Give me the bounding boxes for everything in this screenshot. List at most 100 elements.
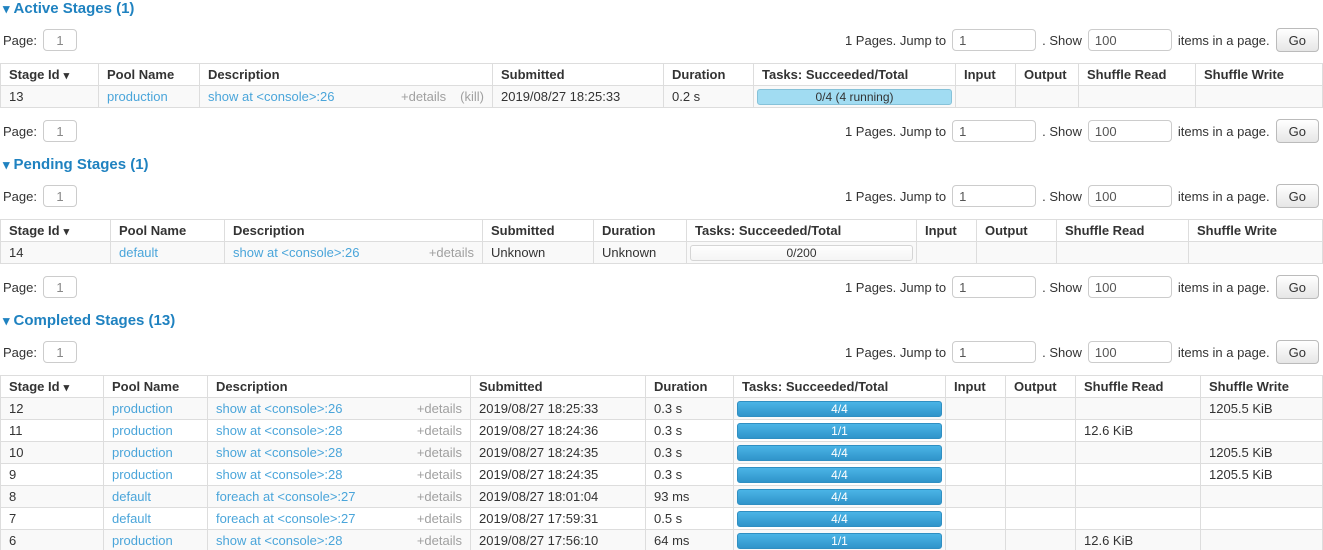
show-count-input[interactable] xyxy=(1088,185,1172,207)
column-header-duration[interactable]: Duration xyxy=(664,64,754,86)
column-header-pool-name[interactable]: Pool Name xyxy=(111,220,225,242)
section-title-text: Completed Stages (13) xyxy=(14,312,176,329)
description-link[interactable]: show at <console>:28 xyxy=(216,467,342,482)
jump-to-input[interactable] xyxy=(952,276,1036,298)
column-header-output[interactable]: Output xyxy=(977,220,1057,242)
column-header-submitted[interactable]: Submitted xyxy=(471,376,646,398)
section-title-pending-stages[interactable]: ▾Pending Stages (1) xyxy=(3,157,1323,173)
column-header-duration[interactable]: Duration xyxy=(594,220,687,242)
go-button[interactable]: Go xyxy=(1276,275,1319,299)
kill-link[interactable]: (kill) xyxy=(460,89,484,104)
show-count-input[interactable] xyxy=(1088,120,1172,142)
column-header-output[interactable]: Output xyxy=(1006,376,1076,398)
stage-id-cell: 10 xyxy=(1,442,104,464)
column-header-stage-id[interactable]: Stage Id▾ xyxy=(1,220,111,242)
details-toggle[interactable]: +details xyxy=(401,89,446,104)
pool-name-cell: default xyxy=(104,508,208,530)
column-header-input[interactable]: Input xyxy=(946,376,1006,398)
stage-id-cell: 9 xyxy=(1,464,104,486)
column-header-input[interactable]: Input xyxy=(917,220,977,242)
details-toggle[interactable]: +details xyxy=(417,423,462,438)
column-header-stage-id[interactable]: Stage Id▾ xyxy=(1,64,99,86)
pool-name-link[interactable]: production xyxy=(112,533,173,548)
items-per-page-label: items in a page. xyxy=(1178,124,1270,139)
shuffle-read-cell xyxy=(1076,442,1201,464)
column-header-description[interactable]: Description xyxy=(225,220,483,242)
show-count-input[interactable] xyxy=(1088,341,1172,363)
page-number-input[interactable] xyxy=(43,341,77,363)
pages-count-label: 1 Pages. Jump to xyxy=(845,189,946,204)
go-button[interactable]: Go xyxy=(1276,28,1319,52)
column-header-tasks[interactable]: Tasks: Succeeded/Total xyxy=(687,220,917,242)
pool-name-link[interactable]: default xyxy=(119,245,158,260)
description-link[interactable]: show at <console>:28 xyxy=(216,445,342,460)
column-header-tasks[interactable]: Tasks: Succeeded/Total xyxy=(734,376,946,398)
pool-name-link[interactable]: production xyxy=(112,401,173,416)
jump-to-input[interactable] xyxy=(952,120,1036,142)
pages-count-label: 1 Pages. Jump to xyxy=(845,345,946,360)
column-header-submitted[interactable]: Submitted xyxy=(493,64,664,86)
duration-cell: 0.2 s xyxy=(664,86,754,108)
page-number-input[interactable] xyxy=(43,120,77,142)
shuffle-read-cell xyxy=(1076,464,1201,486)
page-number-input[interactable] xyxy=(43,276,77,298)
pagination-bar: Page: 1 Pages. Jump to . Show items in a… xyxy=(0,340,1323,364)
column-header-stage-id[interactable]: Stage Id▾ xyxy=(1,376,104,398)
progress-label: 0/200 xyxy=(786,246,816,260)
description-link[interactable]: foreach at <console>:27 xyxy=(216,511,356,526)
column-header-shuffle-read[interactable]: Shuffle Read xyxy=(1076,376,1201,398)
column-header-description[interactable]: Description xyxy=(208,376,471,398)
go-button[interactable]: Go xyxy=(1276,184,1319,208)
details-toggle[interactable]: +details xyxy=(417,489,462,504)
completed-pagination-top: Page: 1 Pages. Jump to . Show items in a… xyxy=(0,340,1323,364)
column-header-shuffle-write[interactable]: Shuffle Write xyxy=(1196,64,1323,86)
jump-to-input[interactable] xyxy=(952,29,1036,51)
column-header-shuffle-read[interactable]: Shuffle Read xyxy=(1057,220,1189,242)
pool-name-link[interactable]: production xyxy=(112,445,173,460)
details-toggle[interactable]: +details xyxy=(417,467,462,482)
section-title-completed-stages[interactable]: ▾Completed Stages (13) xyxy=(3,313,1323,329)
pool-name-link[interactable]: production xyxy=(107,89,168,104)
column-header-input[interactable]: Input xyxy=(956,64,1016,86)
column-header-tasks[interactable]: Tasks: Succeeded/Total xyxy=(754,64,956,86)
pool-name-link[interactable]: default xyxy=(112,489,151,504)
details-toggle[interactable]: +details xyxy=(417,445,462,460)
column-header-pool-name[interactable]: Pool Name xyxy=(99,64,200,86)
description-link[interactable]: show at <console>:26 xyxy=(216,401,342,416)
column-header-description[interactable]: Description xyxy=(200,64,493,86)
section-title-active-stages[interactable]: ▾Active Stages (1) xyxy=(3,1,1323,17)
go-button[interactable]: Go xyxy=(1276,119,1319,143)
column-header-shuffle-read[interactable]: Shuffle Read xyxy=(1079,64,1196,86)
column-header-output[interactable]: Output xyxy=(1016,64,1079,86)
details-toggle[interactable]: +details xyxy=(417,533,462,548)
show-count-input[interactable] xyxy=(1088,29,1172,51)
pagination-left: Page: xyxy=(3,185,77,207)
page-number-input[interactable] xyxy=(43,185,77,207)
duration-cell: 0.3 s xyxy=(646,442,734,464)
go-button[interactable]: Go xyxy=(1276,340,1319,364)
details-toggle[interactable]: +details xyxy=(417,401,462,416)
details-toggle[interactable]: +details xyxy=(417,511,462,526)
progress-label: 1/1 xyxy=(831,534,848,548)
section-title-text: Active Stages (1) xyxy=(14,0,135,17)
jump-to-input[interactable] xyxy=(952,185,1036,207)
details-toggle[interactable]: +details xyxy=(429,245,474,260)
pool-name-link[interactable]: production xyxy=(112,423,173,438)
column-header-pool-name[interactable]: Pool Name xyxy=(104,376,208,398)
description-link[interactable]: show at <console>:26 xyxy=(208,89,334,104)
column-header-duration[interactable]: Duration xyxy=(646,376,734,398)
column-header-shuffle-write[interactable]: Shuffle Write xyxy=(1201,376,1323,398)
pool-name-link[interactable]: default xyxy=(112,511,151,526)
column-header-submitted[interactable]: Submitted xyxy=(483,220,594,242)
column-header-shuffle-write[interactable]: Shuffle Write xyxy=(1189,220,1323,242)
description-link[interactable]: show at <console>:28 xyxy=(216,423,342,438)
description-link[interactable]: foreach at <console>:27 xyxy=(216,489,356,504)
input-cell xyxy=(946,464,1006,486)
jump-to-input[interactable] xyxy=(952,341,1036,363)
show-count-input[interactable] xyxy=(1088,276,1172,298)
output-cell xyxy=(1006,530,1076,550)
pool-name-link[interactable]: production xyxy=(112,467,173,482)
description-link[interactable]: show at <console>:28 xyxy=(216,533,342,548)
page-number-input[interactable] xyxy=(43,29,77,51)
description-link[interactable]: show at <console>:26 xyxy=(233,245,359,260)
